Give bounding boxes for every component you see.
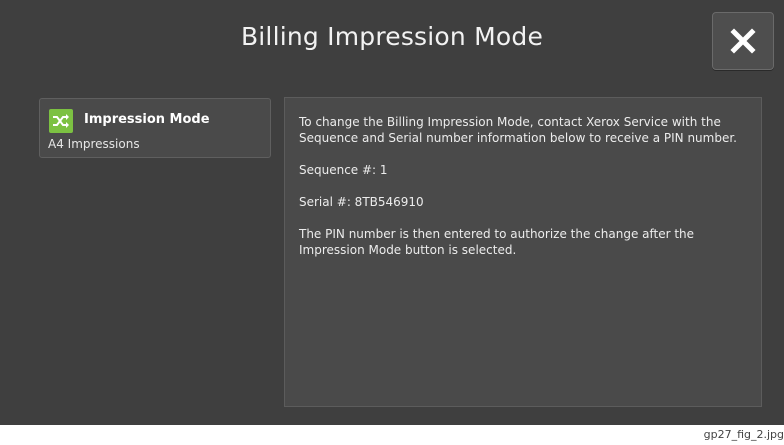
sequence-number: Sequence #: 1 (299, 163, 388, 177)
info-paragraph-1: To change the Billing Impression Mode, c… (299, 115, 737, 145)
dialog-screen: Billing Impression Mode Impression Mode … (0, 0, 784, 425)
impression-mode-button[interactable]: Impression Mode A4 Impressions (39, 98, 271, 158)
close-button[interactable] (712, 12, 774, 70)
shuffle-icon (49, 109, 73, 133)
info-panel: To change the Billing Impression Mode, c… (284, 97, 762, 407)
serial-number: Serial #: 8TB546910 (299, 195, 424, 209)
figure-caption: gp27_fig_2.jpg (703, 428, 784, 441)
impression-mode-label: Impression Mode (84, 112, 210, 127)
dialog-title: Billing Impression Mode (240, 22, 544, 51)
info-paragraph-2: The PIN number is then entered to author… (299, 227, 695, 257)
close-icon (730, 28, 756, 54)
impression-mode-value: A4 Impressions (48, 137, 140, 151)
